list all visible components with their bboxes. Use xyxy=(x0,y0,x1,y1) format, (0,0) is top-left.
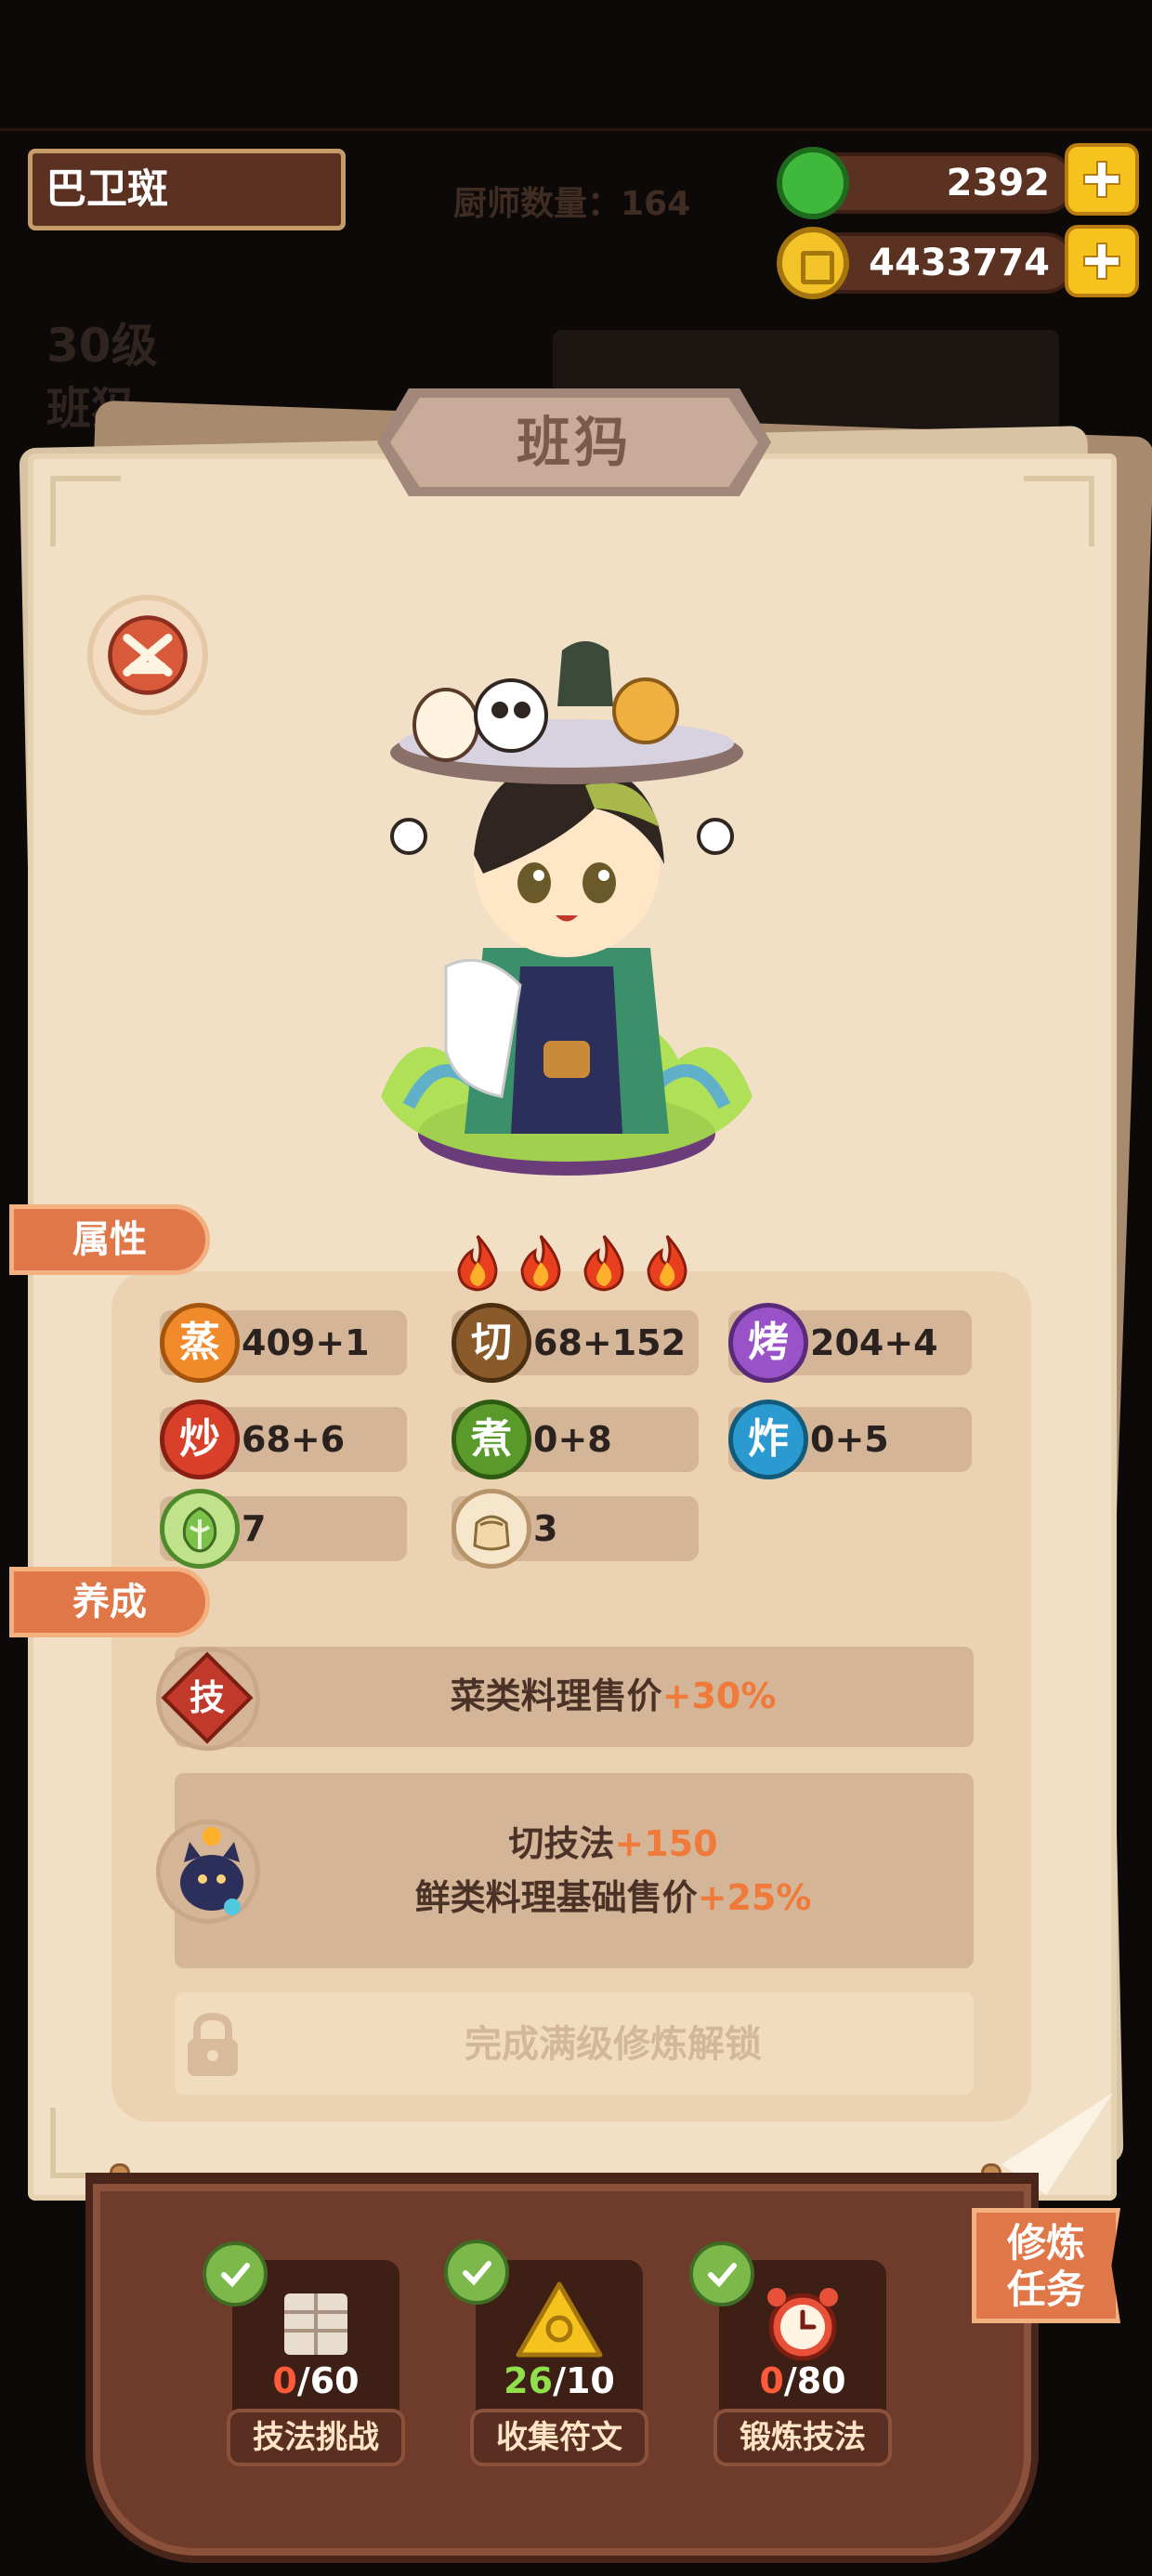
stat-stirfry: 炒 68+6 xyxy=(160,1400,407,1479)
cut-icon: 切 xyxy=(452,1303,531,1383)
coin-icon xyxy=(777,227,849,299)
flame-star-icon xyxy=(647,1234,687,1292)
plus-icon xyxy=(1083,161,1120,198)
task-progress-current: 0 xyxy=(272,2360,297,2401)
task-progress-total: /80 xyxy=(783,2360,846,2401)
task-progress: 0/80 xyxy=(719,2360,886,2401)
pet-cat-icon xyxy=(180,1827,243,1915)
add-jade-button[interactable] xyxy=(1065,143,1139,216)
skill-effect-bonus: +30% xyxy=(661,1676,777,1716)
bonus-line-2-value: +25% xyxy=(697,1877,812,1918)
crossed-knives-icon xyxy=(108,615,188,695)
star-rating xyxy=(453,1234,704,1295)
chef-count: 厨师数量：164 xyxy=(453,185,691,223)
stat-value: 0+5 xyxy=(810,1419,889,1460)
tab-attributes[interactable]: 属性 xyxy=(9,1204,210,1275)
stat-cut: 切 68+152 xyxy=(452,1303,699,1383)
flame-star-icon xyxy=(583,1234,624,1292)
cabbage-icon xyxy=(160,1489,240,1569)
steam-icon: 蒸 xyxy=(160,1303,240,1383)
roast-icon: 烤 xyxy=(728,1303,808,1383)
task-progress: 26/10 xyxy=(476,2360,643,2401)
stat-roast: 烤 204+4 xyxy=(728,1303,972,1383)
add-coin-button[interactable] xyxy=(1065,225,1139,297)
scroll-icon xyxy=(284,2293,347,2355)
skill-effect-label: 菜类料理售价 xyxy=(450,1676,662,1716)
check-icon xyxy=(203,2241,268,2307)
chef-skill-badge[interactable] xyxy=(87,595,208,716)
task-rune-button[interactable]: 收集符文 xyxy=(470,2409,648,2466)
material-value: 7 xyxy=(242,1508,267,1549)
check-icon xyxy=(689,2241,754,2307)
material-flour: 3 xyxy=(452,1489,699,1569)
boil-icon: 煮 xyxy=(452,1400,531,1479)
task-progress-total: /60 xyxy=(296,2360,360,2401)
bonus-line-1-value: +150 xyxy=(614,1823,718,1864)
lock-icon xyxy=(188,2012,238,2076)
player-name[interactable]: 巴卫斑 xyxy=(28,149,346,230)
rune-icon xyxy=(516,2281,603,2358)
fry-icon: 炸 xyxy=(728,1400,808,1479)
material-value: 3 xyxy=(533,1508,558,1549)
skill-effect-text: 菜类料理售价+30% xyxy=(260,1673,966,1719)
cultivate-task-button[interactable]: 修炼 任务 xyxy=(972,2208,1120,2323)
plus-icon xyxy=(1083,243,1120,280)
jade-icon xyxy=(777,147,849,219)
chef-name-title: 班犸 xyxy=(516,411,632,474)
stat-fry: 炸 0+5 xyxy=(728,1400,972,1479)
bonus-line-2: 鲜类料理基础售价+25% xyxy=(260,1872,966,1924)
stat-value: 68+152 xyxy=(533,1322,687,1363)
cultivate-task-line1: 修炼 xyxy=(1006,2220,1085,2266)
task-progress: 0/60 xyxy=(232,2360,399,2401)
bonus-row xyxy=(175,1773,974,1968)
bonus-line-1-label: 切技法 xyxy=(508,1823,615,1864)
bonus-line-1: 切技法+150 xyxy=(260,1818,966,1870)
task-progress-current: 26 xyxy=(504,2360,554,2401)
task-challenge-button[interactable]: 技法挑战 xyxy=(227,2409,405,2466)
locked-text: 完成满级修炼解锁 xyxy=(465,2023,762,2066)
stat-value: 409+1 xyxy=(242,1322,370,1363)
check-icon xyxy=(444,2240,509,2305)
stat-boil: 煮 0+8 xyxy=(452,1400,699,1479)
alarm-clock-icon xyxy=(767,2288,838,2361)
flame-star-icon xyxy=(520,1234,561,1292)
flour-bag-icon xyxy=(452,1489,531,1569)
background-level: 30级 xyxy=(46,319,158,373)
chef-portrait xyxy=(381,641,753,1176)
flame-star-icon xyxy=(457,1234,498,1292)
stirfry-icon: 炒 xyxy=(160,1400,240,1479)
task-progress-current: 0 xyxy=(759,2360,784,2401)
task-training-button[interactable]: 锻炼技法 xyxy=(713,2409,892,2466)
material-vegetable: 7 xyxy=(160,1489,407,1569)
header-divider xyxy=(0,128,1152,131)
skill-badge-label: 技 xyxy=(189,1677,225,1718)
bonus-line-2-label: 鲜类料理基础售价 xyxy=(414,1877,698,1918)
stat-value: 0+8 xyxy=(533,1419,612,1460)
cultivate-task-line2: 任务 xyxy=(1006,2267,1085,2312)
task-progress-total: /10 xyxy=(553,2360,615,2401)
tab-nurture[interactable]: 养成 xyxy=(9,1567,210,1637)
stat-value: 68+6 xyxy=(242,1419,346,1460)
stat-value: 204+4 xyxy=(810,1322,938,1363)
stat-steam: 蒸 409+1 xyxy=(160,1303,407,1383)
